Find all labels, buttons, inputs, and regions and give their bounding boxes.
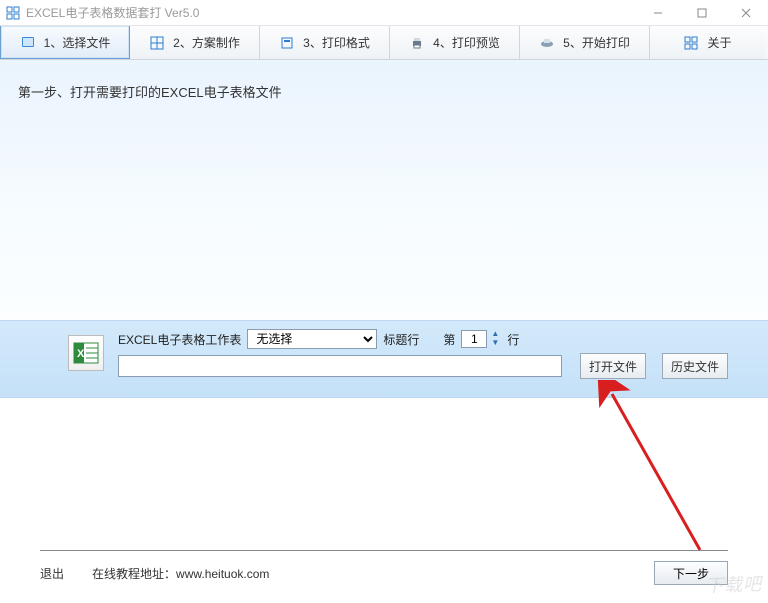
svg-text:X: X bbox=[77, 348, 85, 360]
file-path-input[interactable] bbox=[118, 355, 562, 377]
tutorial-url: www.heituok.com bbox=[176, 567, 269, 581]
excel-icon: X bbox=[68, 335, 104, 371]
tab-label: 4、打印预览 bbox=[433, 34, 500, 51]
instruction-text: 第一步、打开需要打印的EXCEL电子表格文件 bbox=[18, 82, 750, 101]
toolbar: 1、选择文件 2、方案制作 3、打印格式 4、打印预览 5、开始打印 关于 bbox=[0, 26, 768, 60]
maximize-button[interactable] bbox=[680, 0, 724, 25]
printer-icon bbox=[409, 35, 425, 51]
row-number-input[interactable] bbox=[461, 330, 487, 348]
form-band: X EXCEL电子表格工作表 无选择 标题行 第 ▲ ▼ 行 bbox=[0, 320, 768, 398]
tab-label: 5、开始打印 bbox=[563, 34, 630, 51]
tab-scheme[interactable]: 2、方案制作 bbox=[130, 26, 260, 59]
footer: 退出 在线教程地址：www.heituok.com 下一步 bbox=[40, 550, 728, 585]
close-button[interactable] bbox=[724, 0, 768, 25]
layout-icon bbox=[279, 35, 295, 51]
minimize-button[interactable] bbox=[636, 0, 680, 25]
tab-label: 1、选择文件 bbox=[44, 34, 111, 51]
tab-select-file[interactable]: 1、选择文件 bbox=[0, 26, 130, 59]
grid-icon bbox=[149, 35, 165, 51]
about-icon bbox=[683, 35, 699, 51]
tab-label: 3、打印格式 bbox=[303, 34, 370, 51]
worksheet-label: EXCEL电子表格工作表 bbox=[118, 331, 241, 348]
worksheet-select[interactable]: 无选择 bbox=[247, 329, 377, 349]
tab-print-preview[interactable]: 4、打印预览 bbox=[390, 26, 520, 59]
history-file-button[interactable]: 历史文件 bbox=[662, 353, 728, 379]
window-controls bbox=[636, 0, 768, 25]
file-icon bbox=[20, 34, 36, 50]
exit-link[interactable]: 退出 bbox=[40, 565, 64, 582]
tab-about[interactable]: 关于 bbox=[650, 26, 765, 59]
row-prefix: 第 bbox=[443, 331, 455, 348]
tab-label: 关于 bbox=[707, 34, 731, 51]
open-file-button[interactable]: 打开文件 bbox=[580, 353, 646, 379]
worksheet-row: EXCEL电子表格工作表 无选择 标题行 第 ▲ ▼ 行 bbox=[118, 329, 519, 349]
row-suffix: 行 bbox=[507, 331, 519, 348]
print-start-icon bbox=[539, 35, 555, 51]
tab-label: 2、方案制作 bbox=[173, 34, 240, 51]
tutorial-text: 在线教程地址：www.heituok.com bbox=[92, 565, 269, 582]
watermark: 下载吧 bbox=[705, 570, 763, 598]
titlebar: EXCEL电子表格数据套打 Ver5.0 bbox=[0, 0, 768, 26]
header-row-label: 标题行 bbox=[383, 331, 419, 348]
spin-down[interactable]: ▼ bbox=[489, 339, 501, 348]
tab-print-format[interactable]: 3、打印格式 bbox=[260, 26, 390, 59]
tab-start-print[interactable]: 5、开始打印 bbox=[520, 26, 650, 59]
content-area: 第一步、打开需要打印的EXCEL电子表格文件 X EXCEL电子表格工作表 无选… bbox=[0, 60, 768, 603]
window-title: EXCEL电子表格数据套打 Ver5.0 bbox=[26, 4, 636, 21]
app-icon bbox=[6, 6, 20, 20]
